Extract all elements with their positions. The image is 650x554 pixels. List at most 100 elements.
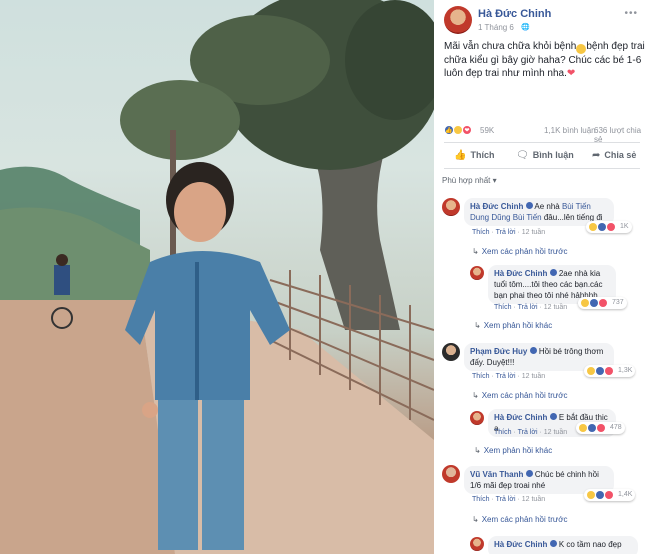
- commenter-name[interactable]: Hà Đức Chinh: [494, 413, 547, 422]
- globe-icon: 🌐: [521, 24, 530, 31]
- comment-reply-link[interactable]: Trả lời: [496, 373, 516, 380]
- divider: [444, 142, 640, 143]
- comment-like-link[interactable]: Thích: [494, 429, 512, 436]
- heart-emoji-icon: ❤: [566, 68, 576, 79]
- commenter-name[interactable]: Phạm Đức Huy: [470, 347, 527, 356]
- comment-text: K co tầm nao đẹp: [558, 540, 622, 549]
- commenter-name[interactable]: Hà Đức Chinh: [494, 269, 547, 278]
- comment-like-link[interactable]: Thích: [472, 229, 490, 236]
- view-previous-replies-link[interactable]: Xem các phản hồi trước: [472, 515, 568, 524]
- comment-reply-link[interactable]: Trả lời: [518, 429, 538, 436]
- comment-reactions[interactable]: 1,3K: [584, 365, 636, 377]
- comment-time[interactable]: 12 tuần: [522, 229, 545, 236]
- comment-meta: Thích · Trả lời · 12 tuần: [494, 304, 568, 311]
- view-more-replies-link[interactable]: Xem phản hồi khác: [474, 446, 553, 455]
- comment-bubble: Hà Đức Chinh K co tầm nao đẹp: [488, 536, 638, 554]
- comment-like-link[interactable]: Thích: [472, 373, 490, 380]
- post-photo[interactable]: [0, 0, 434, 554]
- commenter-avatar[interactable]: [470, 411, 484, 425]
- love-reaction-icon: [599, 299, 607, 307]
- love-reaction-icon: ❤: [462, 125, 472, 135]
- view-more-replies-link[interactable]: Xem phản hồi khác: [474, 321, 553, 330]
- post-header: Hà Đức Chinh 1 Tháng 6 🌐 •••: [444, 6, 644, 36]
- like-reaction-icon: [590, 299, 598, 307]
- haha-reaction-icon: [579, 424, 587, 432]
- verified-badge-icon: [549, 540, 557, 547]
- comment-icon: 🗨: [516, 150, 529, 161]
- love-reaction-icon: [607, 223, 615, 231]
- comment-reply-link[interactable]: Trả lời: [496, 496, 516, 503]
- share-button[interactable]: ➦ Chia sẻ: [592, 150, 636, 161]
- love-reaction-icon: [605, 367, 613, 375]
- like-button[interactable]: 👍 Thích: [454, 150, 494, 161]
- comment-reactions[interactable]: 478: [576, 422, 625, 434]
- author-avatar[interactable]: [444, 6, 472, 34]
- comment-meta: Thích · Trả lời · 12 tuần: [472, 373, 546, 380]
- like-label: Thích: [470, 150, 495, 160]
- comment-like-link[interactable]: Thích: [494, 304, 512, 311]
- like-reaction-icon: [596, 367, 604, 375]
- comment-time[interactable]: 12 tuần: [522, 373, 545, 380]
- commenter-name[interactable]: Hà Đức Chinh: [470, 202, 523, 211]
- commenter-name[interactable]: Vũ Văn Thanh: [470, 470, 523, 479]
- comment-reactions[interactable]: 1K: [586, 221, 632, 233]
- verified-badge-icon: [529, 347, 537, 354]
- reaction-count: 1K: [620, 223, 629, 230]
- comment-reactions[interactable]: 737: [578, 297, 627, 309]
- more-options-icon[interactable]: •••: [624, 8, 638, 19]
- thumbs-up-icon: 👍: [454, 150, 467, 161]
- reaction-count: 1,3K: [618, 367, 633, 374]
- haha-reaction-icon: [587, 367, 595, 375]
- reaction-count: 478: [610, 424, 622, 431]
- commenter-avatar[interactable]: [442, 465, 460, 483]
- comment-like-link[interactable]: Thích: [472, 496, 490, 503]
- verified-badge-icon: [525, 470, 533, 477]
- comment-time[interactable]: 12 tuần: [544, 304, 567, 311]
- reaction-summary[interactable]: 👍 ❤ 59K 1,1K bình luận 636 lượt chia sẻ: [444, 124, 644, 144]
- share-label: Chia sẻ: [604, 150, 637, 160]
- verified-badge-icon: [525, 202, 533, 209]
- verified-badge-icon: [549, 413, 557, 420]
- comment-reply-link[interactable]: Trả lời: [518, 304, 538, 311]
- author-name[interactable]: Hà Đức Chinh: [478, 8, 551, 20]
- photo-illustration: [0, 0, 434, 554]
- verified-badge-icon: [549, 269, 557, 276]
- post-actions: 👍 Thích 🗨 Bình luận ➦ Chia sẻ: [444, 146, 644, 166]
- reaction-count: 737: [612, 299, 624, 306]
- comment-meta: Thích · Trả lời · 12 tuần: [472, 496, 546, 503]
- view-previous-replies-link[interactable]: Xem các phản hồi trước: [472, 391, 568, 400]
- divider: [444, 168, 640, 169]
- commenter-avatar[interactable]: [470, 266, 484, 280]
- share-icon: ➦: [592, 150, 601, 161]
- comment-button[interactable]: 🗨 Bình luận: [516, 150, 574, 161]
- post-caption: Mãi vẫn chưa chữa khỏi bệnhxbệnh đẹp tra…: [444, 40, 648, 80]
- comment-meta: Thích · Trả lời · 12 tuần: [472, 229, 546, 236]
- comment-sort-dropdown[interactable]: Phù hợp nhất ▾: [442, 176, 497, 185]
- like-reaction-icon: [598, 223, 606, 231]
- comment-text: Ae nhà: [534, 202, 560, 211]
- love-reaction-icon: [597, 424, 605, 432]
- laughing-emoji-icon: x: [576, 44, 587, 54]
- commenter-avatar[interactable]: [442, 343, 460, 361]
- like-reaction-icon: [588, 424, 596, 432]
- reaction-count[interactable]: 59K: [480, 126, 494, 135]
- comment-reply-link[interactable]: Trả lời: [496, 229, 516, 236]
- view-previous-replies-link[interactable]: Xem các phản hồi trước: [472, 247, 568, 256]
- like-reaction-icon: [596, 491, 604, 499]
- comment-meta: Thích · Trả lời · 12 tuần: [494, 429, 568, 436]
- haha-reaction-icon: [581, 299, 589, 307]
- commenter-name[interactable]: Hà Đức Chinh: [494, 540, 547, 549]
- caption-text-1: Mãi vẫn chưa chữa khỏi bệnh: [444, 41, 577, 52]
- commenter-avatar[interactable]: [442, 198, 460, 216]
- comment-time[interactable]: 12 tuần: [522, 496, 545, 503]
- love-reaction-icon: [605, 491, 613, 499]
- post-date[interactable]: 1 Tháng 6: [478, 23, 514, 32]
- comment-label: Bình luận: [532, 150, 574, 160]
- reaction-count: 1,4K: [618, 491, 633, 498]
- comment-time[interactable]: 12 tuần: [544, 429, 567, 436]
- post-panel: Hà Đức Chinh 1 Tháng 6 🌐 ••• Mãi vẫn chư…: [434, 0, 650, 554]
- commenter-avatar[interactable]: [470, 537, 484, 551]
- haha-reaction-icon: [587, 491, 595, 499]
- comment-reactions[interactable]: 1,4K: [584, 489, 636, 501]
- comments-count[interactable]: 1,1K bình luận: [544, 126, 596, 135]
